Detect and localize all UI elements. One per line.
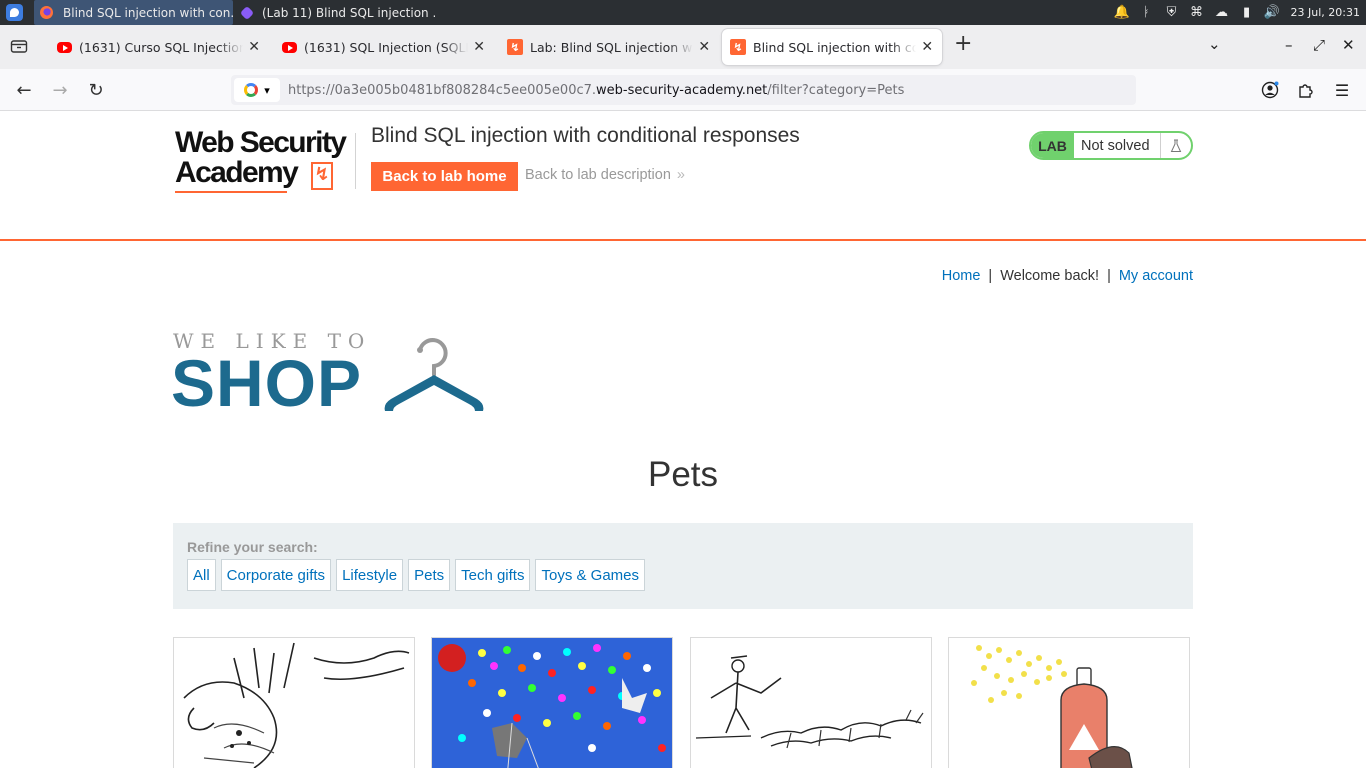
taskbar-task-firefox[interactable]: Blind SQL injection with con... [34, 0, 233, 25]
web-page: Web Security Academy ↯ Blind SQL injecti… [0, 111, 1366, 768]
separator: | [988, 268, 993, 284]
back-arrow-icon[interactable]: ← [12, 78, 36, 102]
wifi-icon[interactable]: ⌘ [1189, 5, 1205, 21]
lab-status-widget: LAB Not solved [1029, 131, 1193, 160]
search-engine-selector[interactable]: ▾ [234, 78, 280, 102]
filter-pets[interactable]: Pets [408, 559, 451, 591]
product-balloons-image [432, 638, 672, 768]
back-to-lab-description-link[interactable]: Back to lab description » [525, 167, 685, 183]
close-tab-icon[interactable]: ✕ [247, 39, 261, 55]
tab-overview-icon[interactable] [10, 38, 28, 54]
taskbar-task-label: (Lab 11) Blind SQL injection ... [262, 5, 435, 20]
start-menu-icon[interactable] [6, 4, 23, 21]
reload-icon[interactable]: ↻ [84, 78, 108, 102]
product-sketch-dogs-image [691, 638, 931, 768]
url-prefix: https://0a3e005b0481bf808284c5ee005e00c7… [288, 82, 597, 98]
browser-tab[interactable]: ↯ Lab: Blind SQL injection with con ✕ [499, 29, 719, 65]
portswigger-icon: ↯ [730, 39, 746, 55]
close-tab-icon[interactable]: ✕ [920, 39, 934, 55]
lab-title: Blind SQL injection with conditional res… [371, 124, 800, 147]
close-tab-icon[interactable]: ✕ [697, 39, 711, 55]
browser-navigation-bar: ← → ↻ ▾ https://0a3e005b0481bf808284c5ee… [0, 69, 1366, 111]
tab-title: Lab: Blind SQL injection with con [530, 39, 693, 55]
browser-tab[interactable]: (1631) SQL Injection (SQLI) - Es ✕ [274, 29, 494, 65]
product-grid [173, 637, 1193, 768]
forward-arrow-icon[interactable]: → [48, 78, 72, 102]
url-bar[interactable]: ▾ https://0a3e005b0481bf808284c5ee005e00… [231, 75, 1136, 105]
os-taskbar: Blind SQL injection with con... (Lab 11)… [0, 0, 1366, 25]
taskbar-task-obsidian[interactable]: (Lab 11) Blind SQL injection ... [236, 0, 435, 25]
clock[interactable]: 23 Jul, 20:31 [1291, 6, 1360, 19]
tab-title: (1631) SQL Injection (SQLI) - Es [304, 39, 469, 55]
list-all-tabs-chevron-down-icon[interactable]: ⌄ [1208, 35, 1221, 53]
taskbar-task-label: Blind SQL injection with con... [63, 5, 233, 20]
product-card-image[interactable] [431, 637, 673, 768]
we-like-to-shop-logo: WE LIKE TO SHOP [171, 329, 493, 419]
google-icon [244, 83, 259, 97]
browser-tab-active[interactable]: ↯ Blind SQL injection with conditi ✕ [722, 29, 942, 65]
filter-lifestyle[interactable]: Lifestyle [336, 559, 404, 591]
logo-underline [175, 191, 287, 193]
shop-word: SHOP [171, 346, 363, 420]
filter-corporate-gifts[interactable]: Corporate gifts [220, 559, 332, 591]
obsidian-icon [239, 5, 255, 20]
firefox-icon [40, 6, 53, 19]
product-card-image[interactable] [948, 637, 1190, 768]
lab-badge: LAB [1031, 133, 1074, 158]
divider [355, 133, 356, 189]
account-navigation: Home | Welcome back! | My account [942, 268, 1193, 284]
my-account-link[interactable]: My account [1119, 268, 1193, 284]
logo-line-1: Web Security [175, 126, 347, 159]
portswigger-icon: ↯ [507, 39, 523, 55]
bluetooth-icon[interactable]: ᛓ [1139, 5, 1155, 21]
shield-icon[interactable]: ⛨ [1164, 5, 1180, 21]
minimize-icon[interactable]: – [1285, 36, 1293, 54]
close-window-icon[interactable]: ✕ [1342, 36, 1355, 54]
refine-search-label: Refine your search: [187, 539, 318, 555]
category-filters: All Corporate gifts Lifestyle Pets Tech … [187, 559, 646, 591]
account-icon[interactable] [1260, 80, 1280, 100]
web-security-academy-logo[interactable]: Web Security Academy ↯ [175, 128, 355, 194]
system-tray: 🔔 ᛓ ⛨ ⌘ ☁ ▮ 🔊 23 Jul, 20:31 [1113, 0, 1366, 25]
browser-tab[interactable]: (1631) Curso SQL Injection (SQLi) ✕ [49, 29, 269, 65]
chevron-down-icon: ▾ [264, 83, 270, 97]
back-to-lab-home-button[interactable]: Back to lab home [371, 162, 518, 191]
extensions-puzzle-icon[interactable] [1296, 80, 1316, 100]
product-card-image[interactable] [690, 637, 932, 768]
youtube-icon [57, 41, 72, 53]
cloud-icon[interactable]: ☁ [1214, 5, 1230, 21]
url-path: /filter?category=Pets [767, 82, 905, 98]
filter-tech-gifts[interactable]: Tech gifts [455, 559, 531, 591]
product-spray-can-image [949, 638, 1189, 768]
lab-header: Web Security Academy ↯ Blind SQL injecti… [0, 111, 1366, 241]
url-text[interactable]: https://0a3e005b0481bf808284c5ee005e00c7… [288, 83, 904, 98]
filter-all[interactable]: All [187, 559, 216, 591]
separator: | [1107, 268, 1111, 284]
tab-title: Blind SQL injection with conditi [753, 39, 917, 55]
youtube-icon [282, 41, 297, 53]
tab-title: (1631) Curso SQL Injection (SQLi) [79, 39, 244, 55]
browser-tab-strip: (1631) Curso SQL Injection (SQLi) ✕ (163… [0, 25, 1366, 69]
close-tab-icon[interactable]: ✕ [472, 39, 486, 55]
url-host: web-security-academy.net [596, 82, 768, 98]
new-tab-plus-icon[interactable]: + [954, 31, 972, 56]
welcome-text: Welcome back! [1000, 268, 1100, 284]
home-link[interactable]: Home [942, 268, 981, 284]
coat-hanger-icon [384, 338, 484, 411]
notification-bell-icon[interactable]: 🔔 [1113, 5, 1129, 21]
double-chevron-right-icon: » [676, 167, 685, 183]
filter-toys-and-games[interactable]: Toys & Games [535, 559, 646, 591]
flask-icon [1160, 133, 1191, 158]
battery-icon[interactable]: ▮ [1239, 5, 1255, 21]
volume-icon[interactable]: 🔊 [1263, 5, 1279, 21]
link-label: Back to lab description [525, 167, 671, 183]
refine-search-panel: Refine your search: All Corporate gifts … [173, 523, 1193, 609]
restore-icon[interactable]: ⤢ [1313, 36, 1325, 54]
product-card-image[interactable] [173, 637, 415, 768]
category-heading: Pets [647, 455, 719, 494]
hamburger-menu-icon[interactable]: ☰ [1332, 80, 1352, 100]
lab-status-text: Not solved [1081, 137, 1150, 154]
lightning-bolt-icon: ↯ [311, 162, 333, 190]
product-sketch-image [174, 638, 414, 768]
